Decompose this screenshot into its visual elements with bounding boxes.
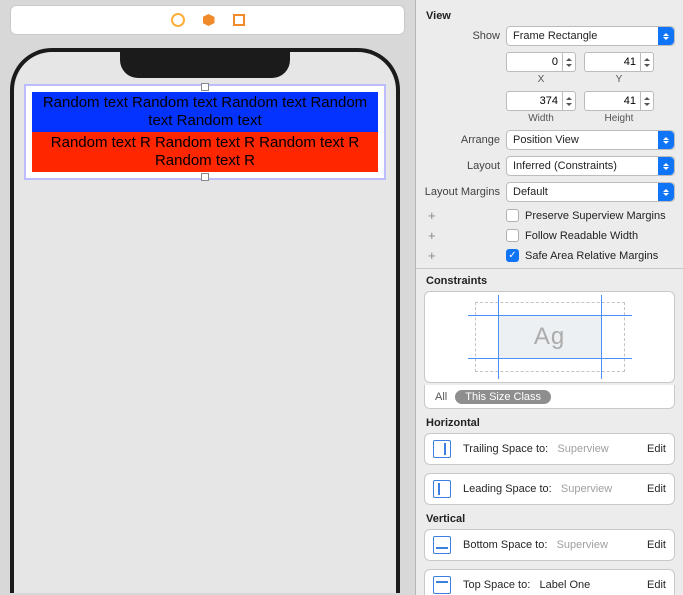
add-margin-button[interactable]: +	[424, 228, 506, 243]
x-stepper[interactable]	[562, 52, 576, 72]
y-input[interactable]	[584, 52, 640, 72]
constraint-target: Superview	[561, 483, 612, 495]
y-field[interactable]	[584, 52, 654, 72]
width-field[interactable]	[506, 91, 576, 111]
show-value: Frame Rectangle	[513, 30, 597, 42]
chevron-updown-icon	[658, 27, 674, 45]
height-stepper[interactable]	[640, 91, 654, 111]
vertical-section-title: Vertical	[426, 513, 675, 525]
chevron-updown-icon	[658, 131, 674, 149]
width-stepper[interactable]	[562, 91, 576, 111]
device-notch	[120, 50, 290, 78]
layout-select[interactable]: Inferred (Constraints)	[506, 156, 675, 176]
height-field[interactable]	[584, 91, 654, 111]
edit-constraint-button[interactable]: Edit	[647, 443, 666, 455]
width-sublabel: Width	[528, 113, 554, 124]
add-margin-button[interactable]: +	[424, 208, 506, 223]
margins-value: Default	[513, 186, 548, 198]
label-one[interactable]: Random text Random text Random text Rand…	[32, 92, 378, 132]
width-input[interactable]	[506, 91, 562, 111]
arrange-label: Arrange	[424, 134, 506, 146]
trailing-constraint-icon	[433, 440, 451, 458]
show-label: Show	[424, 30, 506, 42]
x-sublabel: X	[538, 74, 545, 85]
device-frame: Random text Random text Random text Rand…	[10, 48, 400, 593]
chevron-updown-icon	[658, 157, 674, 175]
follow-readable-checkbox[interactable]	[506, 229, 519, 242]
y-sublabel: Y	[616, 74, 623, 85]
follow-readable-label: Follow Readable Width	[525, 230, 638, 242]
preserve-superview-checkbox[interactable]	[506, 209, 519, 222]
selection-handle-bottom[interactable]	[201, 173, 209, 181]
layout-label: Layout	[424, 160, 506, 172]
leading-constraint-icon	[433, 480, 451, 498]
x-input[interactable]	[506, 52, 562, 72]
y-stepper[interactable]	[640, 52, 654, 72]
preserve-superview-label: Preserve Superview Margins	[525, 210, 666, 222]
x-field[interactable]	[506, 52, 576, 72]
library-circle-icon[interactable]	[171, 13, 185, 27]
library-cube-icon[interactable]	[203, 14, 215, 26]
margins-select[interactable]: Default	[506, 182, 675, 202]
edit-constraint-button[interactable]: Edit	[647, 539, 666, 551]
filter-all[interactable]: All	[435, 391, 447, 403]
constraint-trailing[interactable]: Trailing Space to: Superview Edit	[424, 433, 675, 465]
size-inspector: View Show Frame Rectangle X	[415, 0, 683, 595]
constraint-top[interactable]: Top Space to: Label One Edit	[424, 569, 675, 595]
constraint-target: Superview	[557, 539, 608, 551]
top-constraint-icon	[433, 576, 451, 594]
interface-builder-canvas[interactable]: Random text Random text Random text Rand…	[0, 0, 415, 595]
library-square-icon[interactable]	[233, 14, 245, 26]
layout-value: Inferred (Constraints)	[513, 160, 617, 172]
edit-constraint-button[interactable]: Edit	[647, 483, 666, 495]
constraints-preview[interactable]: Ag	[424, 291, 675, 383]
constraint-target: Superview	[557, 443, 608, 455]
constraint-target: Label One	[539, 579, 590, 591]
add-margin-button[interactable]: +	[424, 248, 506, 263]
height-input[interactable]	[584, 91, 640, 111]
constraint-text: Leading Space to:	[463, 483, 552, 495]
canvas-toolbar	[10, 5, 405, 35]
safe-area-label: Safe Area Relative Margins	[525, 250, 658, 262]
arrange-value: Position View	[513, 134, 579, 146]
horizontal-section-title: Horizontal	[426, 417, 675, 429]
constraint-text: Trailing Space to:	[463, 443, 548, 455]
constraint-bottom[interactable]: Bottom Space to: Superview Edit	[424, 529, 675, 561]
size-class-filter: All This Size Class	[424, 385, 675, 409]
safe-area-checkbox[interactable]	[506, 249, 519, 262]
bottom-constraint-icon	[433, 536, 451, 554]
height-sublabel: Height	[605, 113, 634, 124]
constraint-text: Top Space to:	[463, 579, 530, 591]
constraints-section-title: Constraints	[426, 275, 675, 287]
preview-glyph: Ag	[534, 323, 565, 351]
filter-this-size-class[interactable]: This Size Class	[455, 390, 551, 404]
edit-constraint-button[interactable]: Edit	[647, 579, 666, 591]
label-two[interactable]: Random text R Random text R Random text …	[32, 132, 378, 172]
selected-stack-view[interactable]: Random text Random text Random text Rand…	[26, 86, 384, 178]
arrange-select[interactable]: Position View	[506, 130, 675, 150]
show-select[interactable]: Frame Rectangle	[506, 26, 675, 46]
chevron-updown-icon	[658, 183, 674, 201]
constraint-text: Bottom Space to:	[463, 539, 547, 551]
selection-handle-top[interactable]	[201, 83, 209, 91]
view-section-title: View	[426, 10, 675, 22]
constraint-leading[interactable]: Leading Space to: Superview Edit	[424, 473, 675, 505]
margins-label: Layout Margins	[424, 186, 506, 198]
